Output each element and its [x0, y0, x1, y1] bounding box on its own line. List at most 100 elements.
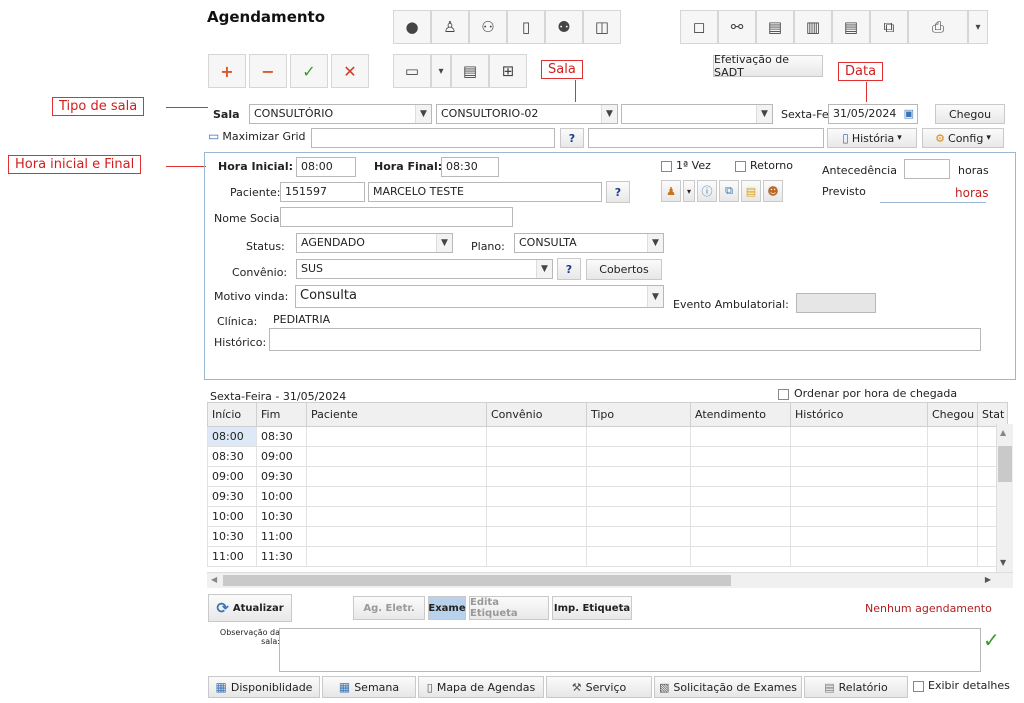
tipo-sala-select[interactable]: CONSULTÓRIO ▼ — [249, 104, 432, 124]
evento-input[interactable] — [796, 293, 876, 313]
sms-icon[interactable]: ● — [393, 10, 431, 44]
convenio-help-button[interactable]: ? — [557, 258, 581, 280]
solicitacao-exames-button[interactable]: ▧ Solicitação de Exames — [654, 676, 802, 698]
grid-icon[interactable]: ⊞ — [489, 54, 527, 88]
document-icon[interactable]: ▤ — [451, 54, 489, 88]
table-row[interactable]: 08:30 09:00 — [207, 446, 1008, 467]
status-select[interactable]: AGENDADO ▼ — [296, 233, 453, 253]
printer-dropdown-icon[interactable]: ▾ — [968, 10, 988, 44]
scroll-left-icon[interactable]: ◀ — [211, 575, 217, 584]
person-dropdown-icon[interactable]: ▾ — [683, 180, 695, 202]
table-row[interactable]: 10:00 10:30 — [207, 506, 1008, 527]
copy-icon[interactable]: ⧉ — [719, 180, 739, 202]
clipboard-icon[interactable]: ▯ — [507, 10, 545, 44]
table-row[interactable]: 08:00 08:30 — [207, 426, 1008, 447]
save-check-icon[interactable]: ✓ — [983, 628, 1007, 652]
servico-button[interactable]: ⚒ Serviço — [546, 676, 652, 698]
atualizar-button[interactable]: ⟳ Atualizar — [208, 594, 292, 622]
table-row[interactable]: 09:00 09:30 — [207, 466, 1008, 487]
motivo-value: Consulta — [300, 288, 357, 303]
cup-icon[interactable]: ◫ — [583, 10, 621, 44]
col-inicio[interactable]: Início — [207, 402, 257, 427]
folder-icon[interactable]: ▭ — [393, 54, 431, 88]
exibir-detalhes-checkbox[interactable] — [913, 681, 924, 692]
retorno-checkbox[interactable] — [735, 161, 746, 172]
note-icon[interactable]: ◻ — [680, 10, 718, 44]
calendar-icon[interactable]: ▣ — [904, 107, 914, 120]
col-chegou[interactable]: Chegou — [927, 402, 978, 427]
historia-button[interactable]: ▯ História ▾ — [827, 128, 917, 148]
search-input-1[interactable] — [311, 128, 555, 148]
scroll-thumb[interactable] — [998, 446, 1012, 482]
hscroll-thumb[interactable] — [223, 575, 731, 586]
scroll-up-icon[interactable]: ▲ — [1000, 428, 1006, 437]
col-historico[interactable]: Histórico — [790, 402, 928, 427]
scroll-down-icon[interactable]: ▼ — [1000, 558, 1006, 567]
printer-icon[interactable]: ⎙ — [908, 10, 968, 44]
copy-icon[interactable]: ⧉ — [870, 10, 908, 44]
search-input-2[interactable] — [588, 128, 824, 148]
binoculars-icon[interactable]: ⚯ — [718, 10, 756, 44]
observacao-input[interactable] — [279, 628, 981, 672]
document-edit2-icon[interactable]: ▤ — [832, 10, 870, 44]
ordenar-checkbox[interactable] — [778, 389, 789, 400]
add-icon[interactable]: + — [208, 54, 246, 88]
window-icon: ▭ — [208, 129, 220, 143]
table-row[interactable]: 11:00 11:30 — [207, 546, 1008, 567]
config-button[interactable]: ⚙ Config ▾ — [922, 128, 1004, 148]
col-status[interactable]: Stat — [977, 402, 1008, 427]
grid-horizontal-scrollbar[interactable]: ◀ ▶ — [207, 572, 1013, 588]
exame-button[interactable]: Exame — [428, 596, 466, 620]
plano-select[interactable]: CONSULTA ▼ — [514, 233, 664, 253]
primeira-vez-checkbox[interactable] — [661, 161, 672, 172]
mapa-agendas-button[interactable]: ▯ Mapa de Agendas — [418, 676, 544, 698]
relatorio-button[interactable]: ▤ Relatório — [804, 676, 908, 698]
ag-eletr-button[interactable]: Ag. Eletr. — [353, 596, 425, 620]
nome-social-input[interactable] — [280, 207, 513, 227]
hora-inicial-input[interactable]: 08:00 — [296, 157, 356, 177]
scroll-right-icon[interactable]: ▶ — [985, 575, 991, 584]
paciente-nome-input[interactable]: MARCELO TESTE — [368, 182, 602, 202]
list-icon[interactable]: ▥ — [794, 10, 832, 44]
paciente-help-button[interactable]: ? — [606, 181, 630, 203]
confirm-icon[interactable]: ✓ — [290, 54, 328, 88]
convenio-select[interactable]: SUS ▼ — [296, 259, 553, 279]
antecedencia-input[interactable] — [904, 159, 950, 179]
cobertos-button[interactable]: Cobertos — [586, 259, 662, 280]
semana-button[interactable]: ▦ Semana — [322, 676, 416, 698]
folder-dropdown-icon[interactable]: ▾ — [431, 54, 451, 88]
date-input[interactable]: 31/05/2024 ▣ — [828, 104, 918, 124]
table-row[interactable]: 10:30 11:00 — [207, 526, 1008, 547]
paste-icon[interactable]: ▤ — [741, 180, 761, 202]
sala-extra-select[interactable]: ▼ — [621, 104, 773, 124]
remove-icon[interactable]: − — [249, 54, 287, 88]
sala-select[interactable]: CONSULTORIO-02 ▼ — [436, 104, 618, 124]
person-icon[interactable]: ♟ — [661, 180, 681, 202]
paciente-id-input[interactable]: 151597 — [280, 182, 365, 202]
document-edit-icon[interactable]: ▤ — [756, 10, 794, 44]
imp-etiqueta-button[interactable]: Imp. Etiqueta — [552, 596, 632, 620]
col-atendimento[interactable]: Atendimento — [690, 402, 791, 427]
hora-final-input[interactable]: 08:30 — [441, 157, 499, 177]
historico-input[interactable] — [269, 328, 981, 351]
users-icon[interactable]: ⚇ — [469, 10, 507, 44]
grid-vertical-scrollbar[interactable]: ▲ ▼ — [996, 424, 1013, 572]
edita-etiqueta-button[interactable]: Edita Etiqueta — [469, 596, 549, 620]
horas-label: horas — [958, 164, 989, 177]
group-icon[interactable]: ⚉ — [545, 10, 583, 44]
info-icon[interactable]: ⓘ — [697, 180, 717, 202]
table-row[interactable]: 09:30 10:00 — [207, 486, 1008, 507]
efetivacao-sadt-button[interactable]: Efetivação de SADT — [713, 53, 823, 79]
disponibilidade-button[interactable]: ▦ Disponiblidade — [208, 676, 320, 698]
user-badge-icon[interactable]: ♙ — [431, 10, 469, 44]
chegou-button[interactable]: Chegou — [935, 104, 1005, 124]
cancel-icon[interactable]: ✕ — [331, 54, 369, 88]
help-button[interactable]: ? — [560, 128, 584, 148]
col-paciente[interactable]: Paciente — [306, 402, 487, 427]
photo-icon[interactable]: ☻ — [763, 180, 783, 202]
col-tipo[interactable]: Tipo — [586, 402, 691, 427]
col-convenio[interactable]: Convênio — [486, 402, 587, 427]
maximizar-grid-button[interactable]: ▭ Maximizar Grid — [208, 129, 306, 143]
motivo-select[interactable]: Consulta ▼ — [295, 285, 664, 308]
col-fim[interactable]: Fim — [256, 402, 307, 427]
